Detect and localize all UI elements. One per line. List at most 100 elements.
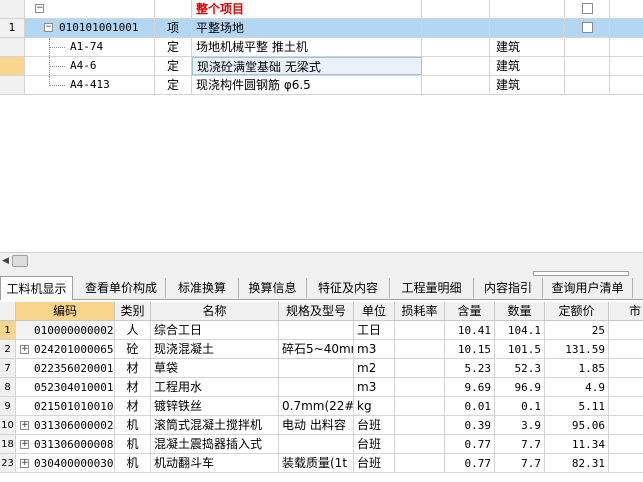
col-header-price[interactable]: 定额价 [545, 302, 609, 321]
material-spec[interactable]: 装载质量(1t [279, 454, 354, 473]
tree-root-row[interactable]: − 整个项目 [0, 0, 643, 19]
material-spec[interactable] [279, 435, 354, 454]
material-content[interactable]: 0.01 [445, 397, 495, 416]
tree-row-quota[interactable]: A4-413 定 现浇构件圆钢筋 φ6.5 建筑 [0, 76, 643, 95]
tab-unit-price[interactable]: 查看单价构成 [77, 278, 166, 298]
material-code[interactable]: 010000000002 [16, 321, 115, 340]
material-content[interactable]: 0.39 [445, 416, 495, 435]
material-content[interactable]: 0.77 [445, 454, 495, 473]
col-header-quantity[interactable]: 数量 [495, 302, 545, 321]
material-code[interactable]: 052304010001 [16, 378, 115, 397]
material-market-price[interactable] [609, 321, 643, 340]
item-name[interactable]: 平整场地 [192, 19, 422, 37]
material-type[interactable]: 材 [115, 397, 151, 416]
col-header-spec[interactable]: 规格及型号 [279, 302, 354, 321]
material-spec[interactable]: 0.7mm(22#) [279, 397, 354, 416]
tab-features[interactable]: 特征及内容 [307, 278, 390, 298]
material-market-price[interactable] [609, 397, 643, 416]
quota-name[interactable]: 现浇构件圆钢筋 φ6.5 [192, 76, 422, 94]
tab-conversion-info[interactable]: 换算信息 [239, 278, 307, 298]
material-name[interactable]: 滚筒式混凝土搅拌机 [151, 416, 279, 435]
material-unit[interactable]: kg [354, 397, 395, 416]
material-loss[interactable] [395, 378, 445, 397]
material-price[interactable]: 11.34 [545, 435, 609, 454]
material-unit[interactable]: 台班 [354, 435, 395, 454]
tab-quantity-detail[interactable]: 工程量明细 [390, 278, 474, 298]
material-quantity[interactable]: 7.7 [495, 454, 545, 473]
material-code[interactable]: 031306000002 [16, 416, 115, 435]
col-header-unit[interactable]: 单位 [354, 302, 395, 321]
material-unit[interactable]: m3 [354, 378, 395, 397]
col-header-loss[interactable]: 损耗率 [395, 302, 445, 321]
material-loss[interactable] [395, 321, 445, 340]
material-unit[interactable]: 台班 [354, 454, 395, 473]
quota-name[interactable]: 现浇砼满堂基础 无梁式 [192, 57, 422, 75]
scroll-left-icon[interactable]: ◀ [2, 256, 9, 266]
material-type[interactable]: 人 [115, 321, 151, 340]
col-header-name[interactable]: 名称 [151, 302, 279, 321]
material-price[interactable]: 25 [545, 321, 609, 340]
material-loss[interactable] [395, 454, 445, 473]
material-quantity[interactable]: 101.5 [495, 340, 545, 359]
material-type[interactable]: 材 [115, 359, 151, 378]
material-spec[interactable]: 碎石5~40mm [279, 340, 354, 359]
material-market-price[interactable] [609, 435, 643, 454]
material-quantity[interactable]: 3.9 [495, 416, 545, 435]
col-header-code[interactable]: 编码 [16, 302, 115, 321]
material-price[interactable]: 82.31 [545, 454, 609, 473]
tree-row-item[interactable]: 1 − 010101001001 项 平整场地 [0, 19, 643, 38]
material-market-price[interactable] [609, 359, 643, 378]
col-header-content[interactable]: 含量 [445, 302, 495, 321]
material-unit[interactable]: 工日 [354, 321, 395, 340]
expand-icon[interactable]: + [20, 459, 29, 468]
material-code[interactable]: 024201000065 [16, 340, 115, 359]
material-market-price[interactable] [609, 378, 643, 397]
quota-name[interactable]: 场地机械平整 推土机 [192, 38, 422, 56]
material-type[interactable]: 机 [115, 454, 151, 473]
material-content[interactable]: 10.15 [445, 340, 495, 359]
collapse-icon[interactable]: − [35, 4, 44, 13]
material-quantity[interactable]: 96.9 [495, 378, 545, 397]
material-market-price[interactable] [609, 454, 643, 473]
material-spec[interactable] [279, 359, 354, 378]
expand-icon[interactable]: + [20, 421, 29, 430]
material-quantity[interactable]: 104.1 [495, 321, 545, 340]
root-checkbox[interactable] [582, 3, 593, 14]
material-spec[interactable]: 电动 出料容 [279, 416, 354, 435]
material-loss[interactable] [395, 359, 445, 378]
material-name[interactable]: 机动翻斗车 [151, 454, 279, 473]
material-code[interactable]: 030400000030 [16, 454, 115, 473]
material-price[interactable]: 4.9 [545, 378, 609, 397]
tree-row-quota[interactable]: A4-6 定 现浇砼满堂基础 无梁式 建筑 [0, 57, 643, 76]
material-unit[interactable]: m3 [354, 340, 395, 359]
material-loss[interactable] [395, 435, 445, 454]
material-code[interactable]: 022356020001 [16, 359, 115, 378]
material-price[interactable]: 5.11 [545, 397, 609, 416]
material-name[interactable]: 现浇混凝土 [151, 340, 279, 359]
material-quantity[interactable]: 52.3 [495, 359, 545, 378]
material-code[interactable]: 031306000008 [16, 435, 115, 454]
tab-material-display[interactable]: 工料机显示 [0, 276, 73, 300]
material-content[interactable]: 0.77 [445, 435, 495, 454]
material-loss[interactable] [395, 340, 445, 359]
material-loss[interactable] [395, 397, 445, 416]
material-price[interactable]: 131.59 [545, 340, 609, 359]
col-header-market[interactable]: 市 [609, 302, 643, 321]
material-price[interactable]: 95.06 [545, 416, 609, 435]
material-spec[interactable] [279, 378, 354, 397]
material-type[interactable]: 砼 [115, 340, 151, 359]
material-content[interactable]: 5.23 [445, 359, 495, 378]
tab-user-list[interactable]: 查询用户清单 [543, 278, 633, 298]
material-price[interactable]: 1.85 [545, 359, 609, 378]
material-market-price[interactable] [609, 340, 643, 359]
material-name[interactable]: 草袋 [151, 359, 279, 378]
material-unit[interactable]: m2 [354, 359, 395, 378]
tab-content-guide[interactable]: 内容指引 [474, 278, 543, 298]
collapse-icon[interactable]: − [44, 23, 53, 32]
row-checkbox[interactable] [582, 22, 593, 33]
material-content[interactable]: 9.69 [445, 378, 495, 397]
expand-icon[interactable]: + [20, 440, 29, 449]
material-spec[interactable] [279, 321, 354, 340]
horizontal-scrollbar[interactable]: ◀ [0, 252, 643, 269]
material-name[interactable]: 混凝土震捣器插入式 [151, 435, 279, 454]
